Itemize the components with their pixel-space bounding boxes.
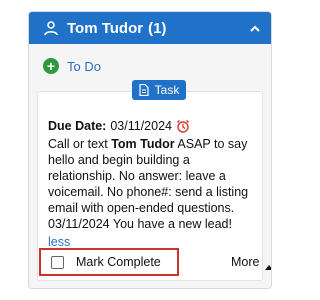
- task-desc-name: Tom Tudor: [111, 137, 175, 151]
- due-date-value: 03/11/2024: [110, 119, 172, 133]
- due-date-line: Due Date: 03/11/2024: [48, 118, 258, 134]
- contact-name: Tom Tudor: [67, 19, 144, 37]
- chevron-up-icon[interactable]: [249, 22, 261, 34]
- task-desc-suffix: ASAP to say hello and begin building a r…: [48, 137, 249, 231]
- caret-up-icon: [265, 259, 271, 270]
- task-count: (1): [148, 19, 167, 37]
- alarm-clock-icon: [176, 119, 190, 133]
- more-label: More: [231, 255, 260, 269]
- mark-complete-label: Mark Complete: [76, 255, 161, 269]
- task-desc-prefix: Call or text: [48, 137, 112, 151]
- card-header[interactable]: Tom Tudor (1): [29, 12, 271, 44]
- todo-label: To Do: [67, 58, 101, 74]
- lead-card: Tom Tudor (1) + To Do Task Due Date: 03/…: [28, 11, 272, 289]
- more-button[interactable]: More: [231, 255, 271, 270]
- task-badge-label: Task: [154, 83, 180, 97]
- person-icon: [43, 20, 59, 36]
- task-content: Due Date: 03/11/2024 Call or text Tom Tu…: [48, 118, 258, 250]
- todo-section-header[interactable]: + To Do: [29, 50, 271, 82]
- task-badge: Task: [132, 80, 186, 100]
- document-icon: [139, 83, 149, 97]
- mark-complete-checkbox[interactable]: [51, 255, 64, 269]
- due-date-label: Due Date:: [48, 119, 107, 133]
- task-description: Call or text Tom Tudor ASAP to say hello…: [48, 136, 258, 232]
- plus-circle-icon: +: [43, 58, 59, 74]
- mark-complete-button[interactable]: Mark Complete: [39, 248, 179, 276]
- task-actions: Mark Complete More: [39, 248, 271, 280]
